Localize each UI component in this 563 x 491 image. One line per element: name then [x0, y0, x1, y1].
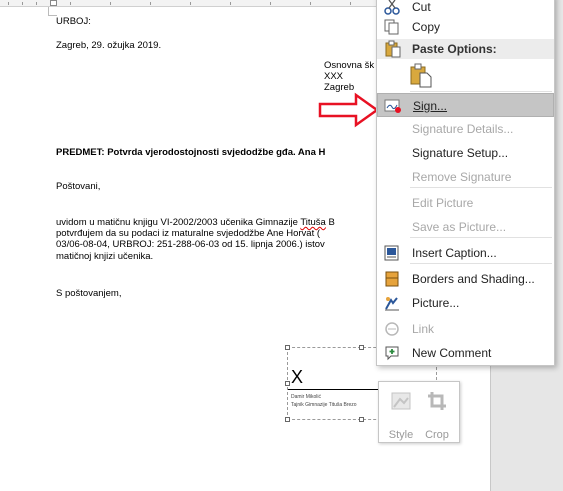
- menu-item-sign-label: Sign...: [413, 99, 448, 113]
- ruler-tick: [150, 2, 151, 5]
- menu-item-copy-label: Copy: [412, 20, 441, 34]
- paste-keep-source-button[interactable]: [409, 63, 433, 89]
- signature-line: [288, 389, 378, 390]
- closing-line: S poštovanjem,: [56, 288, 122, 299]
- margin-corner-mark: [48, 7, 57, 16]
- ruler-tick: [70, 2, 71, 5]
- recipient-line-1: Osnovna šk: [324, 60, 375, 71]
- resize-handle[interactable]: [359, 345, 364, 350]
- clipboard-icon: [384, 40, 402, 61]
- borders-icon: [383, 270, 401, 288]
- signature-x-mark: X: [291, 367, 304, 387]
- body-line-1-text: uvidom u matičnu knjigu VI-2002/2003 uče…: [56, 217, 301, 228]
- ruler-tick: [110, 2, 111, 5]
- urbroj-line: URBOJ:: [56, 16, 91, 27]
- signature-icon: [384, 97, 402, 115]
- menu-item-link[interactable]: Link: [377, 317, 554, 341]
- body-line-2: potvrđujem da su podaci iz maturalne svj…: [56, 228, 321, 239]
- menu-item-save-as-picture[interactable]: Save as Picture...: [377, 215, 554, 239]
- comment-icon: [383, 344, 401, 362]
- context-menu: Cut Copy Paste Options: Sign... Signatur…: [376, 0, 555, 366]
- ruler-tick: [190, 2, 191, 5]
- recipient-line-2: XXX: [324, 71, 344, 82]
- ruler-tick: [350, 2, 351, 5]
- resize-handle[interactable]: [285, 381, 290, 386]
- menu-item-picture-label: Picture...: [412, 296, 460, 310]
- crop-icon: [419, 390, 455, 417]
- ruler-tick: [36, 2, 37, 5]
- menu-item-edit-picture[interactable]: Edit Picture: [377, 191, 554, 215]
- date-line: Zagreb, 29. ožujka 2019.: [56, 40, 162, 51]
- menu-separator: [410, 91, 552, 92]
- menu-item-borders-and-shading-label: Borders and Shading...: [412, 272, 535, 286]
- misspelled-word: Tituša: [300, 217, 326, 228]
- menu-item-new-comment-label: New Comment: [412, 346, 492, 360]
- red-arrow-annotation: [318, 92, 380, 128]
- menu-item-insert-caption-label: Insert Caption...: [412, 246, 497, 260]
- picture-style-icon: [383, 390, 419, 417]
- menu-item-borders-and-shading[interactable]: Borders and Shading...: [377, 267, 554, 291]
- ruler-tick: [310, 2, 311, 5]
- menu-item-signature-setup[interactable]: Signature Setup...: [377, 141, 554, 165]
- menu-separator: [410, 237, 552, 238]
- body-line-4: matičnoj knjizi učenika.: [56, 251, 154, 262]
- resize-handle[interactable]: [359, 417, 364, 422]
- greeting-line: Poštovani,: [56, 181, 101, 192]
- subject-line: PREDMET: Potvrda vjerodostojnosti svjedo…: [56, 147, 326, 158]
- resize-handle[interactable]: [285, 345, 290, 350]
- paste-options-label: Paste Options:: [412, 42, 497, 56]
- resize-handle[interactable]: [285, 417, 290, 422]
- menu-item-signature-setup-label: Signature Setup...: [412, 146, 509, 160]
- menu-item-remove-signature[interactable]: Remove Signature: [377, 165, 554, 189]
- ruler-tick: [8, 2, 9, 5]
- menu-item-new-comment[interactable]: New Comment: [377, 341, 554, 365]
- menu-item-signature-details[interactable]: Signature Details...: [377, 117, 554, 141]
- format-picture-icon: [383, 294, 401, 312]
- document-workspace: URBOJ: Zagreb, 29. ožujka 2019. Osnovna …: [0, 0, 563, 491]
- menu-item-picture[interactable]: Picture...: [377, 291, 554, 315]
- menu-separator: [410, 263, 552, 264]
- link-icon: [383, 320, 401, 338]
- paste-options-header: Paste Options:: [377, 39, 554, 59]
- ruler-tick: [22, 2, 23, 5]
- body-line-1: uvidom u matičnu knjigu VI-2002/2003 uče…: [56, 217, 335, 228]
- menu-item-cut-label: Cut: [412, 0, 431, 14]
- body-line-3: 03/06-08-04, URBROJ: 251-288-06-03 od 15…: [56, 239, 325, 250]
- ruler-tick: [270, 2, 271, 5]
- picture-mini-toolbar: Style Crop: [378, 381, 460, 443]
- menu-item-insert-caption[interactable]: Insert Caption...: [377, 241, 554, 265]
- menu-item-copy[interactable]: Copy: [377, 15, 554, 39]
- crop-button[interactable]: Crop: [419, 386, 455, 441]
- signer-title: Tajnik Gimnazije Tituša Brezo: [291, 402, 357, 408]
- ruler-tick: [230, 2, 231, 5]
- style-label: Style: [388, 429, 414, 441]
- menu-item-edit-picture-label: Edit Picture: [412, 196, 474, 210]
- crop-label: Crop: [425, 429, 449, 441]
- menu-item-signature-details-label: Signature Details...: [412, 122, 514, 136]
- style-button[interactable]: Style: [383, 386, 419, 441]
- menu-item-sign[interactable]: Sign...: [377, 93, 554, 117]
- signer-name: Damir Mikolić: [291, 394, 321, 400]
- menu-item-link-label: Link: [412, 322, 435, 336]
- menu-separator: [410, 187, 552, 188]
- ruler-indent-marker[interactable]: [50, 0, 57, 6]
- menu-item-save-as-picture-label: Save as Picture...: [412, 220, 507, 234]
- copy-icon: [383, 18, 401, 36]
- caption-icon: [383, 244, 401, 262]
- menu-item-remove-signature-label: Remove Signature: [412, 170, 512, 184]
- body-line-1-tail: B: [325, 217, 335, 228]
- scissors-icon: [383, 0, 401, 16]
